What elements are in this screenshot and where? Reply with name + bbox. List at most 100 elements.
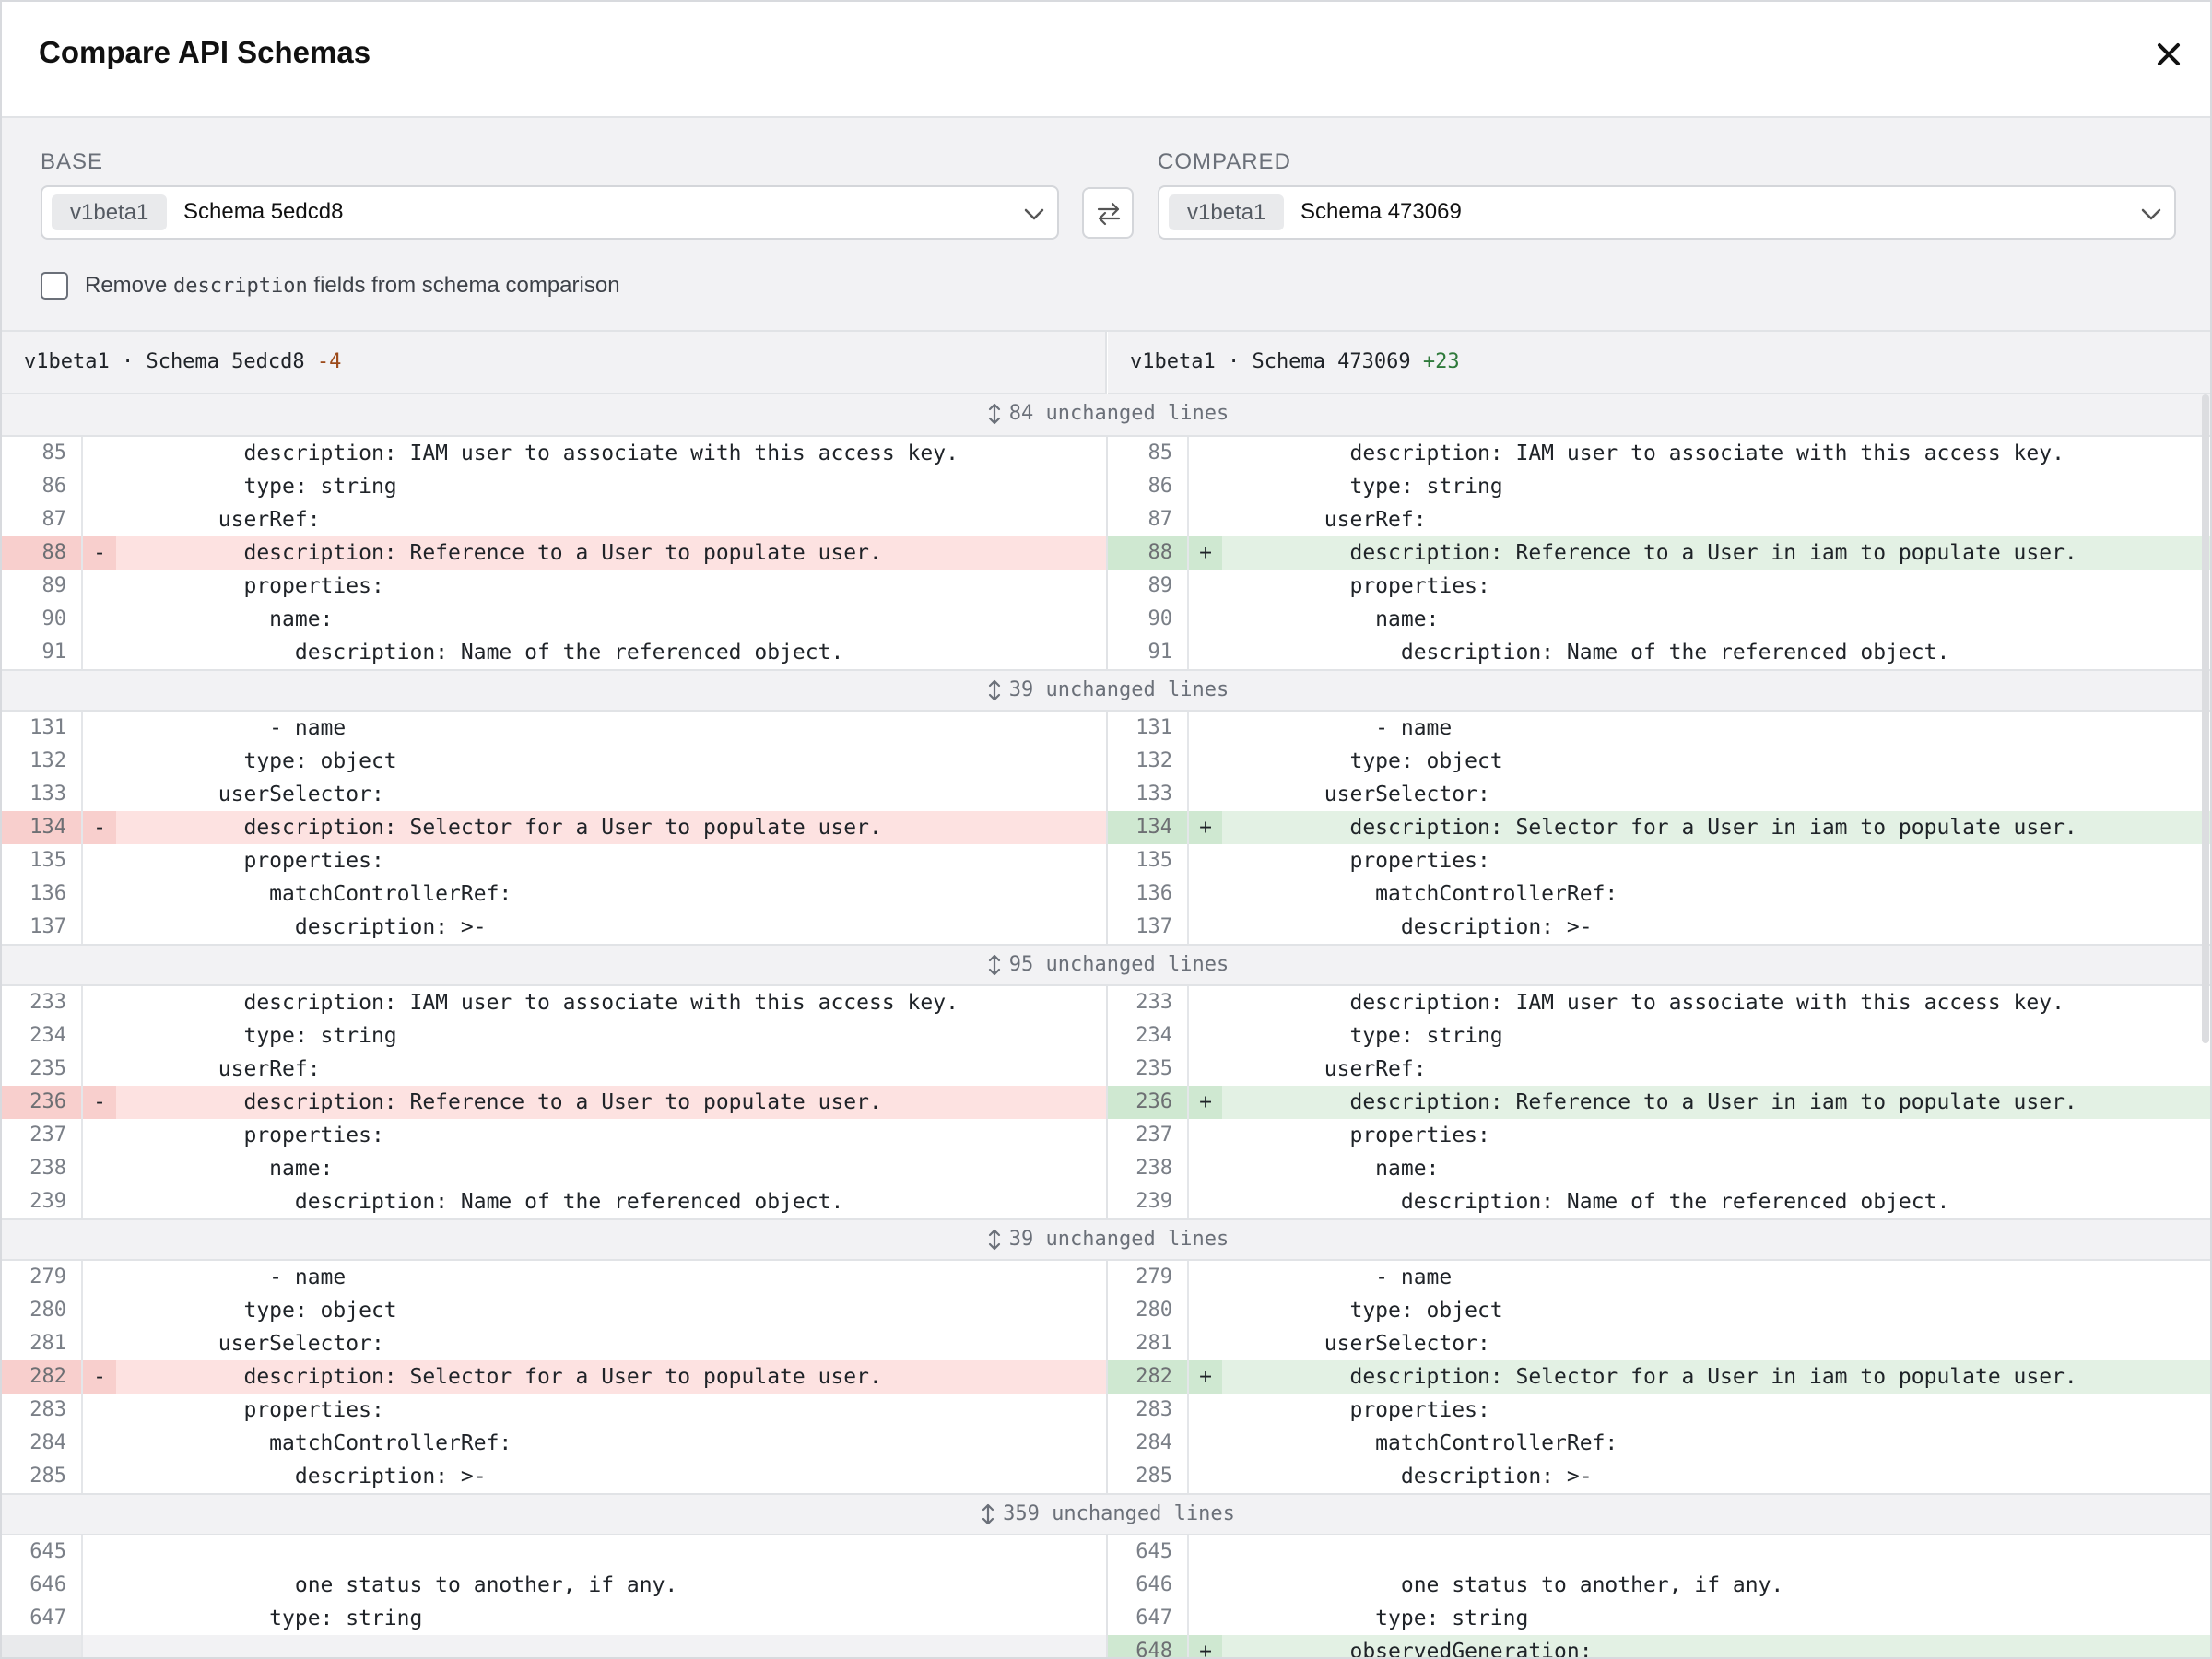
diff-marker [1189,1394,1222,1427]
diff-row: 281 userSelector: 281 userSelector: [2,1327,2210,1360]
diff-marker [83,745,116,778]
diff-marker: - [83,1360,116,1394]
line-number: 137 [2,911,83,944]
line-number: 239 [2,1185,83,1218]
line-number: 279 [1108,1261,1189,1294]
diff-marker [83,1394,116,1427]
compared-line: 133 userSelector: [1108,778,2210,811]
diff-row: 645 645 [2,1535,2210,1569]
code-line: name: [1222,1157,1440,1181]
diff-marker [1189,1261,1222,1294]
close-button[interactable] [2149,35,2188,74]
unchanged-lines-expander[interactable]: 39 unchanged lines [2,669,2210,712]
code-line: type: object [116,749,397,773]
diff-marker [83,1535,116,1569]
diff-row: 648 + observedGeneration: [2,1635,2210,1657]
swap-button[interactable] [1082,187,1134,239]
diff-marker [83,911,116,944]
diff-marker [83,1460,116,1493]
unchanged-lines-expander[interactable]: 95 unchanged lines [2,944,2210,986]
line-number: 282 [1108,1360,1189,1394]
unchanged-lines-text: 84 unchanged lines [1008,402,1230,425]
line-number: 132 [2,745,83,778]
unchanged-lines-expander[interactable]: 359 unchanged lines [2,1493,2210,1535]
line-number: 91 [2,636,83,669]
compared-line: 280 type: object [1108,1294,2210,1327]
base-line: 85 description: IAM user to associate wi… [2,437,1108,470]
diff-row: 87 userRef: 87 userRef: [2,503,2210,536]
line-number: 132 [1108,745,1189,778]
diff-row: 285 description: >- 285 description: >- [2,1460,2210,1493]
code-line: description: Name of the referenced obje… [116,1190,844,1214]
diff-marker [83,844,116,877]
compare-modal: Compare API Schemas BASE v1beta1 Schema … [0,0,2212,1659]
diff-row: 131 - name 131 - name [2,712,2210,745]
line-number: 88 [2,536,83,570]
diff-row: 91 description: Name of the referenced o… [2,636,2210,669]
code-line: description: >- [116,1465,487,1488]
base-line: 646 one status to another, if any. [2,1569,1108,1602]
compare-controls: BASE v1beta1 Schema 5edcd8 COMPARED v1be… [2,118,2210,332]
compared-select[interactable]: v1beta1 Schema 473069 [1158,185,2176,240]
diff-marker [83,570,116,603]
diff-row: 646 one status to another, if any. 646 on… [2,1569,2210,1602]
diff-row: 235 userRef: 235 userRef: [2,1053,2210,1086]
compared-line: 285 description: >- [1108,1460,2210,1493]
code-line: properties: [1222,574,1490,598]
expand-vertical-icon [988,1229,1000,1251]
line-number: 281 [2,1327,83,1360]
code-line: matchControllerRef: [116,1431,512,1455]
line-number: 646 [1108,1569,1189,1602]
code-line: properties: [1222,849,1490,873]
diff-row: 647 type: string 647 type: string [2,1602,2210,1635]
compared-select-value: Schema 473069 [1300,199,1462,224]
code-line: description: IAM user to associate with … [1222,441,2065,465]
diff-marker [83,503,116,536]
code-line: type: string [1222,1024,1503,1048]
line-number: 137 [1108,911,1189,944]
modal-header: Compare API Schemas [2,2,2210,118]
unchanged-lines-expander[interactable]: 39 unchanged lines [2,1218,2210,1261]
code-line: matchControllerRef: [1222,1431,1618,1455]
diff-marker [1189,1294,1222,1327]
code-line: one status to another, if any. [116,1573,678,1597]
diff-row: 237 properties: 237 properties: [2,1119,2210,1152]
line-number: 238 [1108,1152,1189,1185]
compared-line: 131 - name [1108,712,2210,745]
code-line: description: >- [1222,915,1593,939]
line-number: 280 [2,1294,83,1327]
line-number: 237 [1108,1119,1189,1152]
diff-marker [83,1019,116,1053]
compared-line: 284 matchControllerRef: [1108,1427,2210,1460]
diff-marker [1189,712,1222,745]
code-line: description: Name of the referenced obje… [1222,1190,1950,1214]
line-number: 85 [1108,437,1189,470]
code-line: userRef: [116,1057,321,1081]
diff-marker [83,1261,116,1294]
diff-row: 132 type: object 132 type: object [2,745,2210,778]
line-number: 236 [2,1086,83,1119]
diff-marker [1189,1119,1222,1152]
compared-file-name: v1beta1 · Schema 473069 [1130,350,1411,373]
diff-marker [83,1152,116,1185]
unchanged-lines-expander[interactable]: 84 unchanged lines [2,394,2210,437]
line-number: 646 [2,1569,83,1602]
base-select[interactable]: v1beta1 Schema 5edcd8 [41,185,1059,240]
label-code: description [173,275,308,298]
base-line: 235 userRef: [2,1053,1108,1086]
diff-scrollbar[interactable] [2202,394,2209,1043]
code-line: userSelector: [116,1332,384,1356]
line-number: 85 [2,437,83,470]
diff-row: 85 description: IAM user to associate wi… [2,437,2210,470]
base-line: 647 type: string [2,1602,1108,1635]
remove-description-checkbox[interactable] [41,272,68,300]
line-number: 645 [1108,1535,1189,1569]
diff-row: 233 description: IAM user to associate w… [2,986,2210,1019]
code-line: properties: [1222,1124,1490,1147]
code-line: type: object [1222,1299,1503,1323]
diff-marker [83,1602,116,1635]
line-number: 136 [1108,877,1189,911]
base-line: 131 - name [2,712,1108,745]
diff-marker [83,1327,116,1360]
base-line: 238 name: [2,1152,1108,1185]
